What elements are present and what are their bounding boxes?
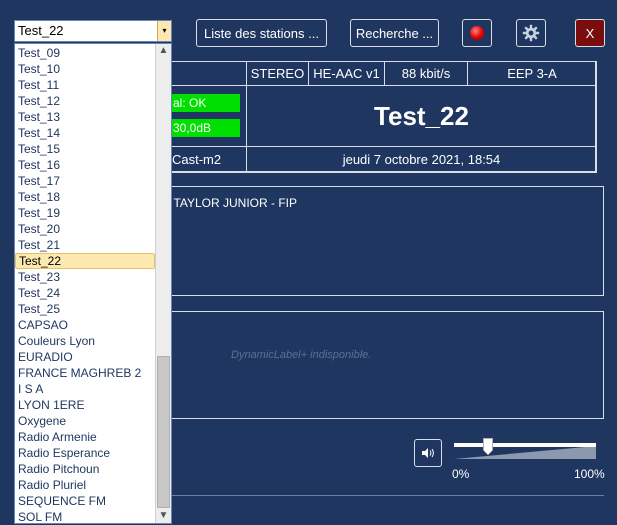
stereo-cell: STEREO [246, 61, 309, 86]
dropdown-item[interactable]: Test_24 [15, 285, 155, 301]
radiotext-panel: O TAYLOR JUNIOR - FIP [160, 186, 604, 296]
volume-ramp [454, 443, 596, 459]
signal-status: al: OK [171, 94, 240, 112]
bitrate-label: 88 kbit/s [401, 66, 451, 81]
dropdown-item[interactable]: Test_18 [15, 189, 155, 205]
program-type-cell: Cast-m2 [160, 146, 247, 173]
volume-max-label: 100% [574, 467, 605, 481]
dropdown-item[interactable]: Test_17 [15, 173, 155, 189]
close-button[interactable]: X [575, 19, 605, 47]
scroll-up-icon[interactable]: ▲ [156, 44, 171, 58]
dynamic-label-message: DynamicLabel+ indisponible. [231, 349, 372, 361]
dropdown-item[interactable]: Test_10 [15, 61, 155, 77]
speaker-icon [422, 448, 434, 458]
datetime: jeudi 7 octobre 2021, 18:54 [342, 152, 501, 167]
dropdown-item[interactable]: Radio Esperance [15, 445, 155, 461]
dropdown-item[interactable]: Test_15 [15, 141, 155, 157]
main-window: Test_22 ▾ Liste des stations ... Recherc… [0, 0, 617, 525]
stereo-label: STEREO [250, 66, 305, 81]
search-label: Recherche ... [355, 25, 434, 41]
dropdown-item[interactable]: Couleurs Lyon [15, 333, 155, 349]
radiotext: O TAYLOR JUNIOR - FIP [161, 196, 298, 210]
dropdown-scrollbar[interactable]: ▲ ▼ [155, 44, 171, 523]
dropdown-item[interactable]: Test_23 [15, 269, 155, 285]
station-dropdown-list[interactable]: Test_09 Test_10 Test_11 Test_12 Test_13 Test_… [14, 43, 172, 524]
station-combobox-value: Test_22 [18, 23, 64, 38]
dropdown-item[interactable]: Test_16 [15, 157, 155, 173]
codec-cell: HE-AAC v1 [308, 61, 385, 86]
info-grid: STEREO HE-AAC v1 88 kbit/s EEP 3-A al: O… [160, 61, 597, 173]
program-type: Cast-m2 [172, 152, 222, 167]
record-icon [470, 26, 484, 40]
dropdown-item[interactable]: I S A [15, 381, 155, 397]
dropdown-item[interactable]: SOL FM [15, 509, 155, 523]
search-button[interactable]: Recherche ... [350, 19, 439, 47]
mute-button[interactable] [414, 439, 442, 467]
dropdown-item[interactable]: Test_20 [15, 221, 155, 237]
volume-min-label: 0% [452, 467, 470, 481]
dropdown-item[interactable]: Test_11 [15, 77, 155, 93]
dropdown-item[interactable]: SEQUENCE FM [15, 493, 155, 509]
dropdown-item[interactable]: Test_21 [15, 237, 155, 253]
dropdown-item[interactable]: Test_14 [15, 125, 155, 141]
dropdown-item[interactable]: Test_22 [15, 253, 155, 269]
snr-status: 30,0dB [171, 119, 240, 137]
close-label: X [585, 25, 595, 41]
datetime-cell: jeudi 7 octobre 2021, 18:54 [246, 146, 597, 173]
dropdown-item[interactable]: CAPSAO [15, 317, 155, 333]
scrollbar-thumb[interactable] [157, 356, 170, 508]
protection-label: EEP 3-A [507, 66, 557, 81]
dropdown-item[interactable]: Test_25 [15, 301, 155, 317]
protection-cell: EEP 3-A [467, 61, 597, 86]
stations-list-button[interactable]: Liste des stations ... [196, 19, 327, 47]
gear-icon [522, 24, 540, 42]
dropdown-item[interactable]: EURADIO [15, 349, 155, 365]
settings-button[interactable] [516, 19, 546, 47]
dropdown-item[interactable]: Radio Pluriel [15, 477, 155, 493]
dropdown-item[interactable]: FRANCE MAGHREB 2 [15, 365, 155, 381]
dropdown-item[interactable]: Test_13 [15, 109, 155, 125]
dropdown-item[interactable]: LYON 1ERE [15, 397, 155, 413]
dropdown-item[interactable]: Test_09 [15, 45, 155, 61]
station-name-cell: Test_22 [246, 85, 597, 147]
station-combobox[interactable]: Test_22 ▾ [14, 20, 172, 42]
bitrate-cell: 88 kbit/s [384, 61, 468, 86]
codec-label: HE-AAC v1 [313, 66, 380, 81]
dropdown-item[interactable]: Test_12 [15, 93, 155, 109]
dropdown-item[interactable]: Radio Armenie [15, 429, 155, 445]
combobox-arrow-icon[interactable]: ▾ [157, 21, 171, 41]
stations-list-label: Liste des stations ... [204, 25, 319, 41]
dropdown-item[interactable]: Radio Pitchoun [15, 461, 155, 477]
dropdown-item[interactable]: Test_19 [15, 205, 155, 221]
scroll-down-icon[interactable]: ▼ [156, 509, 171, 523]
dynamic-label-panel: DynamicLabel+ indisponible. [160, 311, 604, 419]
dropdown-item[interactable]: Oxygene [15, 413, 155, 429]
volume-slider[interactable] [454, 438, 596, 462]
station-name: Test_22 [374, 100, 469, 131]
record-button[interactable] [462, 19, 492, 47]
bottom-divider [172, 495, 604, 496]
